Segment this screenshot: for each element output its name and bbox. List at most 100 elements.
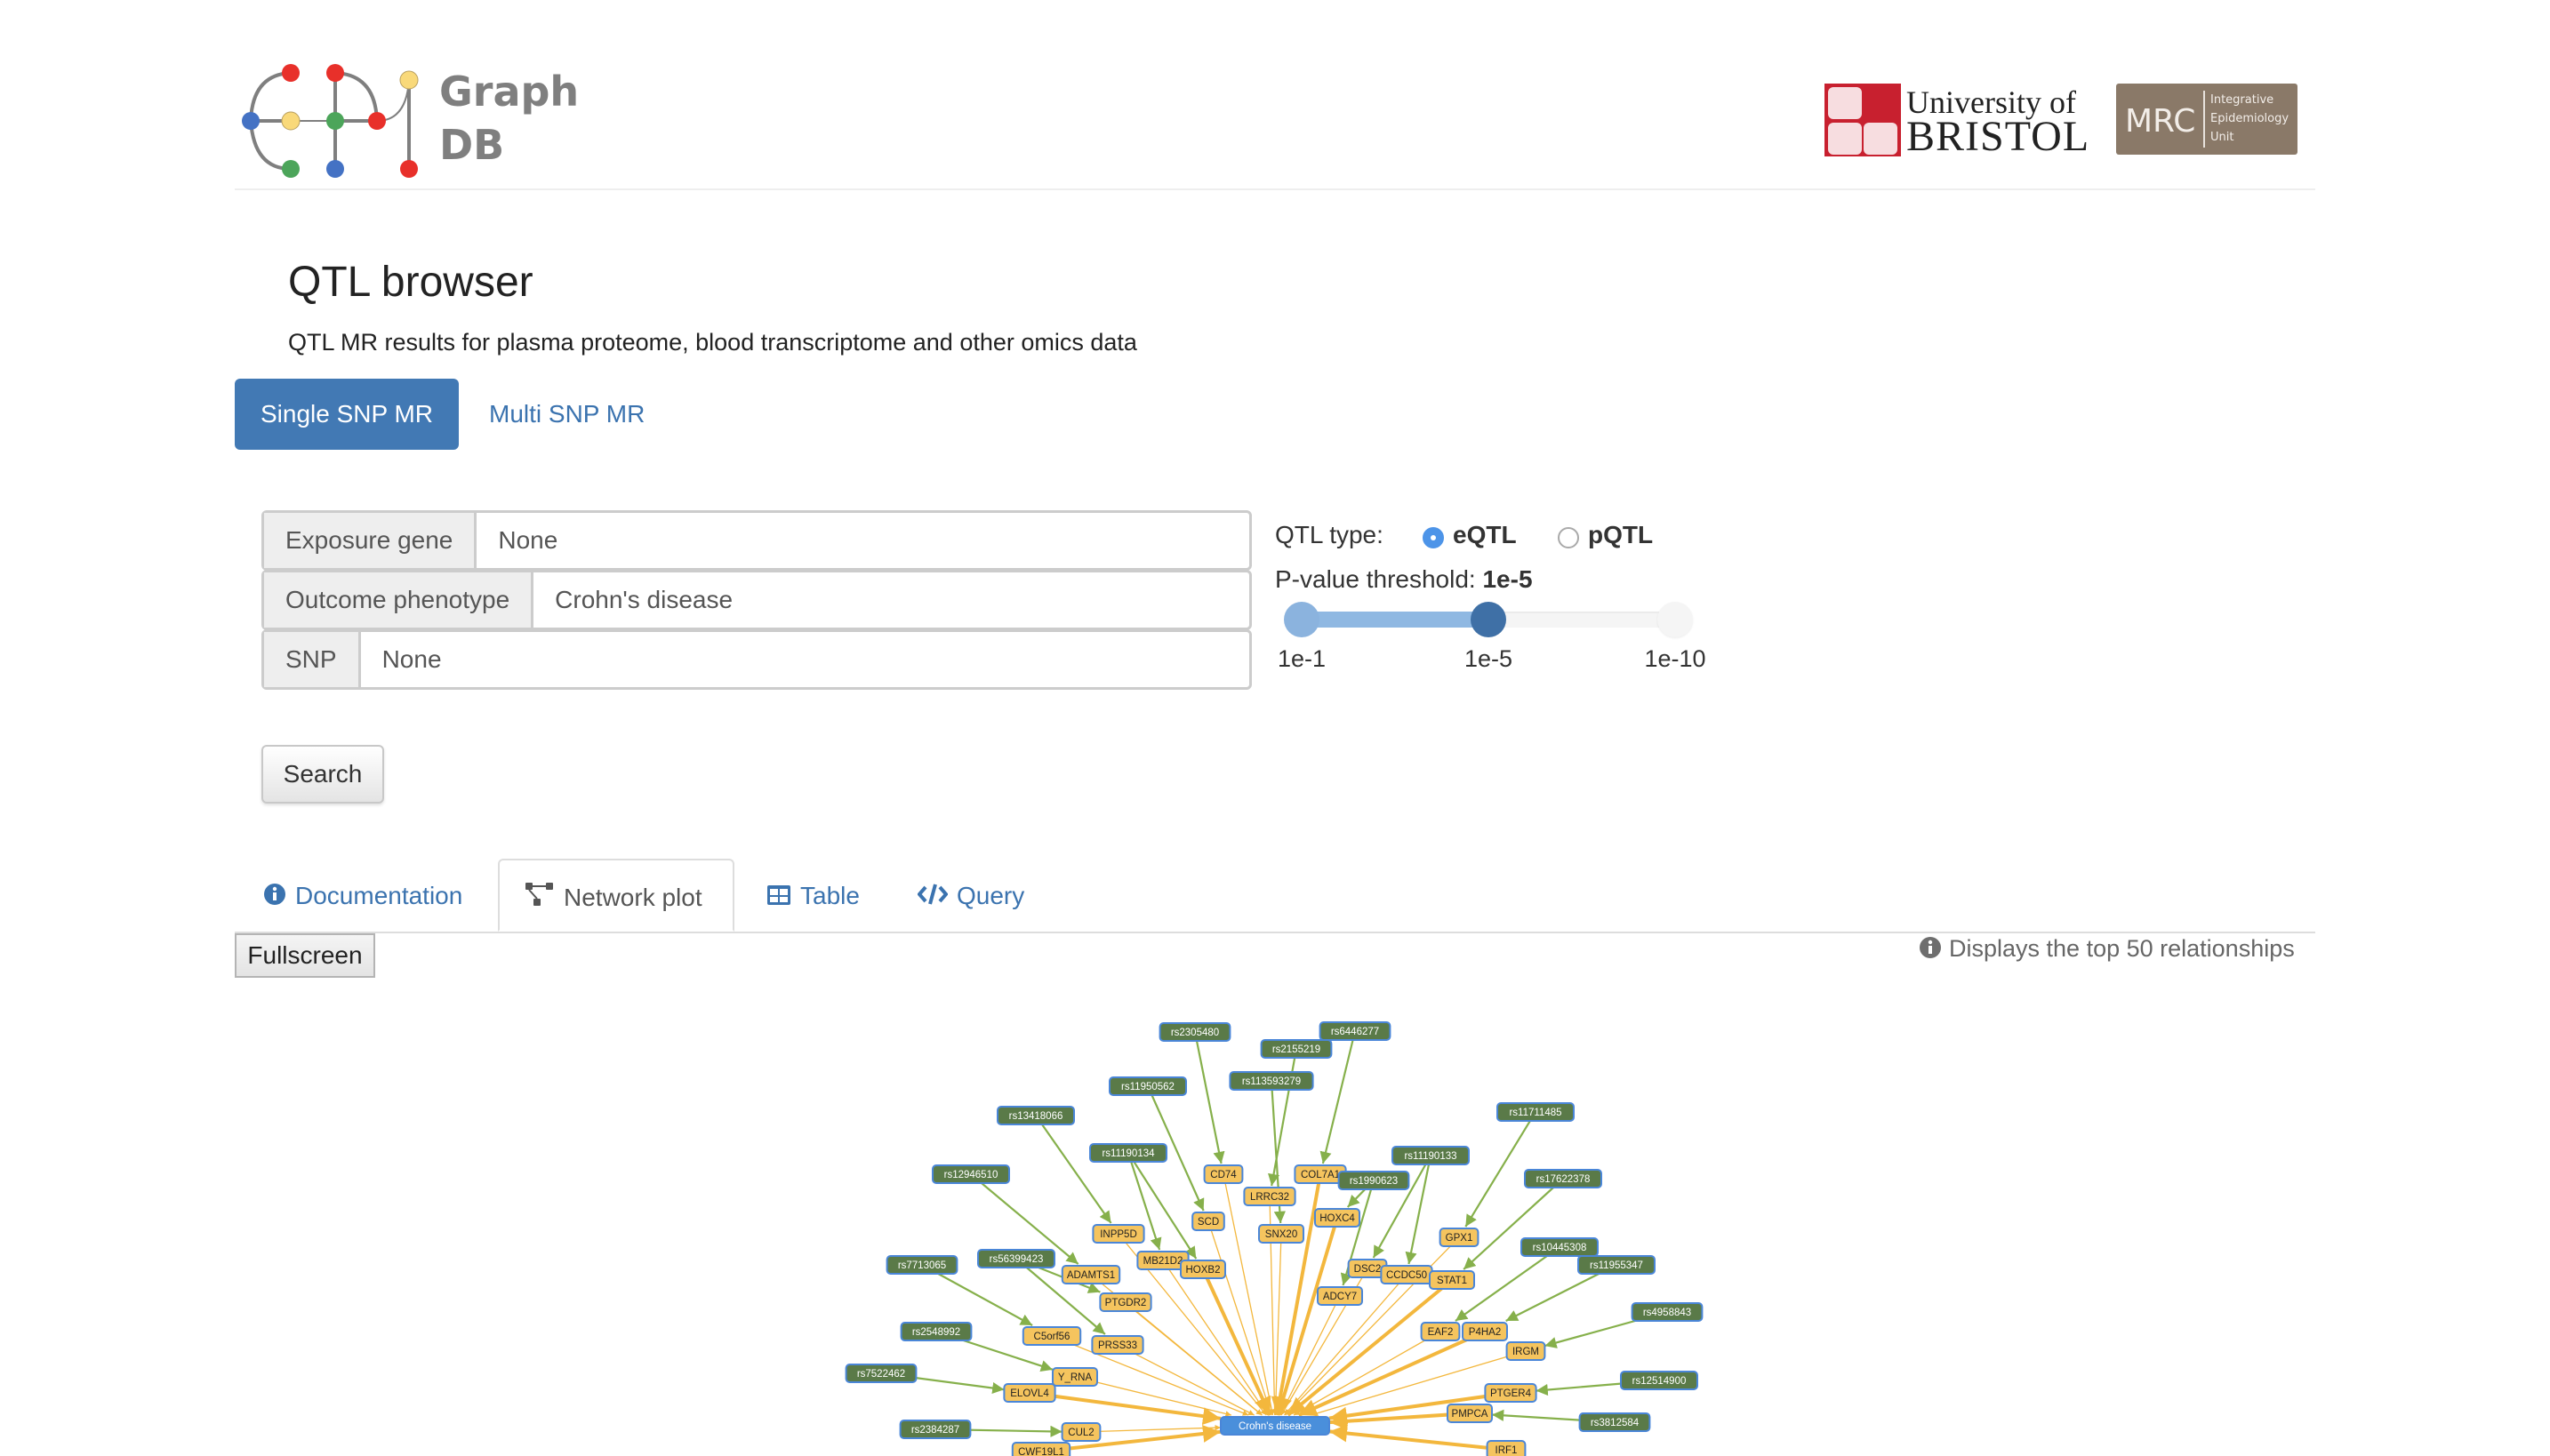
gene-node[interactable]: STAT1: [1429, 1270, 1475, 1290]
gene-node-label: PRSS33: [1098, 1340, 1137, 1351]
gene-node[interactable]: CCDC50: [1380, 1265, 1433, 1284]
gene-node[interactable]: GPX1: [1439, 1228, 1479, 1247]
tab-table[interactable]: Table: [766, 859, 860, 932]
gene-node-label: PTGER4: [1490, 1388, 1532, 1399]
gene-node-label: CWF19L1: [1018, 1447, 1064, 1456]
snp-node[interactable]: rs2155219: [1260, 1039, 1333, 1059]
university-of-bristol-logo[interactable]: University of BRISTOL: [1824, 82, 2089, 160]
snp-gene-edge: [1464, 1111, 1536, 1228]
snp-node-label: rs2305480: [1171, 1028, 1219, 1038]
gene-node-label: IRF1: [1496, 1445, 1518, 1456]
eqtl-radio[interactable]: [1423, 527, 1444, 548]
snp-node[interactable]: rs12514900: [1620, 1371, 1698, 1390]
gene-node[interactable]: ADAMTS1: [1061, 1265, 1121, 1284]
snp-node-label: rs17622378: [1536, 1174, 1591, 1185]
gene-node[interactable]: P4HA2: [1462, 1322, 1508, 1341]
gene-node[interactable]: PTGER4: [1484, 1383, 1537, 1403]
pqtl-radio-label[interactable]: pQTL: [1588, 521, 1653, 549]
mrc-unit-text: Integrative Epidemiology Unit: [2210, 91, 2289, 147]
qtl-type-label: QTL type:: [1275, 521, 1383, 548]
snp-node[interactable]: rs2384287: [899, 1420, 972, 1439]
pqtl-radio[interactable]: [1558, 527, 1579, 548]
gene-node[interactable]: IRGM: [1505, 1341, 1546, 1361]
snp-node[interactable]: rs13418066: [997, 1106, 1075, 1125]
gene-node-label: SCD: [1198, 1217, 1219, 1228]
snp-node-label: rs11711485: [1509, 1108, 1561, 1118]
gene-node[interactable]: EAF2: [1420, 1322, 1461, 1341]
snp-node[interactable]: rs11950562: [1109, 1076, 1187, 1096]
graph-logo-icon: [242, 64, 419, 178]
gene-node[interactable]: ELOVL4: [1003, 1383, 1056, 1403]
tab-query[interactable]: Query: [917, 859, 1024, 935]
snp-node-label: rs11955347: [1590, 1260, 1643, 1271]
eqtl-radio-label[interactable]: eQTL: [1453, 521, 1517, 549]
bristol-text-line2: BRISTOL: [1906, 113, 2090, 160]
snp-node[interactable]: rs2305480: [1159, 1022, 1231, 1042]
snp-input[interactable]: [360, 632, 1249, 687]
gene-node[interactable]: PMPCA: [1447, 1404, 1493, 1423]
mrc-unit-line: Epidemiology: [2210, 112, 2289, 125]
tab-network-plot[interactable]: Network plot: [498, 859, 734, 932]
mrc-ieu-logo[interactable]: MRC Integrative Epidemiology Unit: [2116, 84, 2297, 155]
snp-node[interactable]: rs7713065: [886, 1255, 958, 1275]
gene-node[interactable]: SNX20: [1258, 1224, 1304, 1244]
gene-node[interactable]: CD74: [1203, 1164, 1244, 1184]
snp-node[interactable]: rs4958843: [1631, 1302, 1704, 1322]
outcome-node[interactable]: Crohn's disease: [1220, 1416, 1330, 1436]
code-icon: [917, 860, 949, 935]
slider-tick-max[interactable]: [1657, 602, 1693, 637]
snp-label: SNP: [264, 632, 361, 687]
gene-node[interactable]: Y_RNA: [1052, 1367, 1098, 1387]
snp-node-label: rs11190133: [1404, 1151, 1456, 1162]
snp-node[interactable]: rs1990623: [1337, 1171, 1410, 1190]
fullscreen-button[interactable]: Fullscreen: [235, 933, 375, 978]
exposure-gene-input[interactable]: [477, 513, 1249, 568]
gene-node[interactable]: CWF19L1: [1011, 1442, 1071, 1456]
gene-outcome-edge: [1125, 1301, 1263, 1416]
table-icon: [766, 860, 791, 935]
slider-tick-min[interactable]: [1284, 602, 1319, 637]
snp-node[interactable]: rs11955347: [1577, 1255, 1656, 1275]
gene-node-label: HOXC4: [1319, 1213, 1355, 1224]
snp-node[interactable]: rs56399423: [977, 1249, 1055, 1268]
snp-node[interactable]: rs6446277: [1319, 1021, 1391, 1041]
snp-node[interactable]: rs11190134: [1089, 1143, 1167, 1163]
snp-gene-edge: [1035, 1115, 1112, 1224]
snp-node[interactable]: rs11711485: [1496, 1102, 1575, 1122]
gene-node[interactable]: ADCY7: [1317, 1286, 1363, 1306]
search-button[interactable]: Search: [261, 745, 384, 804]
graphdb-logo[interactable]: Graph DB: [242, 64, 589, 180]
gene-node[interactable]: PTGDR2: [1099, 1292, 1152, 1312]
snp-node[interactable]: rs12946510: [932, 1164, 1010, 1184]
gene-node[interactable]: IRF1: [1486, 1440, 1527, 1456]
gene-node[interactable]: HOXB2: [1180, 1260, 1226, 1279]
outcome-phenotype-input[interactable]: [533, 572, 1249, 628]
snp-node-label: rs10445308: [1533, 1243, 1587, 1253]
snp-node[interactable]: rs2548992: [900, 1322, 973, 1341]
snp-node-label: rs11950562: [1121, 1082, 1175, 1092]
gene-node[interactable]: C5orf56: [1022, 1326, 1082, 1346]
snp-group: SNP: [261, 629, 1252, 690]
slider-handle[interactable]: [1471, 602, 1506, 637]
snp-node[interactable]: rs113593279: [1229, 1071, 1314, 1091]
snp-node[interactable]: rs7522462: [845, 1364, 918, 1383]
gene-node[interactable]: SCD: [1191, 1212, 1225, 1231]
gene-node[interactable]: LRRC32: [1243, 1187, 1296, 1206]
pill-single-snp-mr[interactable]: Single SNP MR: [235, 379, 459, 450]
page-subtitle: QTL MR results for plasma proteome, bloo…: [288, 329, 1137, 356]
gene-node[interactable]: HOXC4: [1314, 1208, 1360, 1228]
pvalue-slider[interactable]: [1284, 601, 1693, 637]
slider-fill: [1302, 612, 1488, 628]
pill-multi-snp-mr[interactable]: Multi SNP MR: [471, 379, 662, 450]
snp-node[interactable]: rs3812584: [1578, 1412, 1651, 1432]
gene-node[interactable]: INPP5D: [1092, 1224, 1145, 1244]
snp-node[interactable]: rs10445308: [1520, 1237, 1599, 1257]
gene-node-label: ADCY7: [1323, 1292, 1357, 1302]
gene-node[interactable]: CUL2: [1061, 1422, 1102, 1442]
network-plot[interactable]: CD74 COL7A1 LRRC32 SCD HOXC4 SNX20 INPP5D MB21D…: [0, 0, 2550, 1456]
gene-node[interactable]: PRSS33: [1091, 1335, 1144, 1355]
snp-node[interactable]: rs17622378: [1524, 1169, 1602, 1188]
snp-node[interactable]: rs11190133: [1391, 1146, 1470, 1165]
outcome-phenotype-group: Outcome phenotype: [261, 570, 1252, 630]
tab-documentation[interactable]: Documentation: [263, 859, 462, 932]
